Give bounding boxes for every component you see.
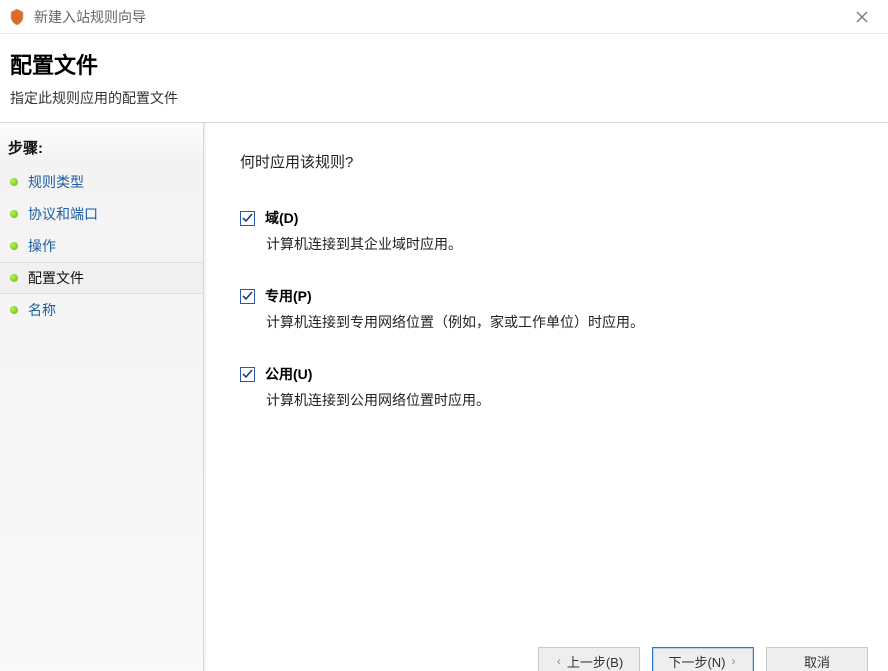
chevron-right-icon: › xyxy=(732,654,736,668)
question-text: 何时应用该规则? xyxy=(240,151,852,172)
titlebar: 新建入站规则向导 xyxy=(0,0,888,34)
bullet-icon xyxy=(10,306,18,314)
cancel-button[interactable]: 取消 xyxy=(766,647,868,671)
wizard-header: 配置文件 指定此规则应用的配置文件 xyxy=(0,34,888,122)
step-name[interactable]: 名称 xyxy=(0,294,203,326)
bullet-icon xyxy=(10,242,18,250)
main-panel: 何时应用该规则? 域(D) 计算机连接到其企业域时应用。 专用(P) xyxy=(204,123,888,671)
app-icon xyxy=(8,8,26,26)
step-label: 操作 xyxy=(28,236,56,256)
step-label: 配置文件 xyxy=(28,268,84,288)
option-private: 专用(P) 计算机连接到专用网络位置（例如，家或工作单位）时应用。 xyxy=(240,286,852,332)
next-button-label: 下一步(N) xyxy=(668,652,725,671)
cancel-button-label: 取消 xyxy=(804,652,830,671)
step-label: 协议和端口 xyxy=(28,204,98,224)
steps-sidebar: 步骤: 规则类型 协议和端口 操作 配置文件 名称 xyxy=(0,123,204,671)
checkbox-private[interactable] xyxy=(240,289,255,304)
step-protocol-port[interactable]: 协议和端口 xyxy=(0,198,203,230)
back-button-label: 上一步(B) xyxy=(567,652,623,671)
window-title: 新建入站规则向导 xyxy=(34,7,146,27)
step-rule-type[interactable]: 规则类型 xyxy=(0,166,203,198)
page-title: 配置文件 xyxy=(10,48,878,80)
option-private-desc: 计算机连接到专用网络位置（例如，家或工作单位）时应用。 xyxy=(266,312,852,332)
option-domain: 域(D) 计算机连接到其企业域时应用。 xyxy=(240,208,852,254)
step-profile[interactable]: 配置文件 xyxy=(0,262,203,294)
close-button[interactable] xyxy=(842,0,882,34)
wizard-body: 步骤: 规则类型 协议和端口 操作 配置文件 名称 何时应用该规则? xyxy=(0,122,888,671)
next-button[interactable]: 下一步(N) › xyxy=(652,647,754,671)
option-public-desc: 计算机连接到公用网络位置时应用。 xyxy=(266,390,852,410)
chevron-left-icon: ‹ xyxy=(557,654,561,668)
content-area: 何时应用该规则? 域(D) 计算机连接到其企业域时应用。 专用(P) xyxy=(204,123,888,470)
option-public-label: 公用(U) xyxy=(265,364,312,384)
wizard-footer: ‹ 上一步(B) 下一步(N) › 取消 xyxy=(204,635,888,671)
step-action[interactable]: 操作 xyxy=(0,230,203,262)
option-private-label: 专用(P) xyxy=(265,286,312,306)
option-domain-label: 域(D) xyxy=(265,208,298,228)
bullet-icon xyxy=(10,210,18,218)
bullet-icon xyxy=(10,178,18,186)
page-subtitle: 指定此规则应用的配置文件 xyxy=(10,88,878,108)
bullet-icon xyxy=(10,274,18,282)
step-label: 名称 xyxy=(28,300,56,320)
option-domain-desc: 计算机连接到其企业域时应用。 xyxy=(266,234,852,254)
steps-heading: 步骤: xyxy=(0,131,203,166)
checkbox-public[interactable] xyxy=(240,367,255,382)
checkbox-domain[interactable] xyxy=(240,211,255,226)
option-public: 公用(U) 计算机连接到公用网络位置时应用。 xyxy=(240,364,852,410)
back-button[interactable]: ‹ 上一步(B) xyxy=(538,647,640,671)
step-label: 规则类型 xyxy=(28,172,84,192)
